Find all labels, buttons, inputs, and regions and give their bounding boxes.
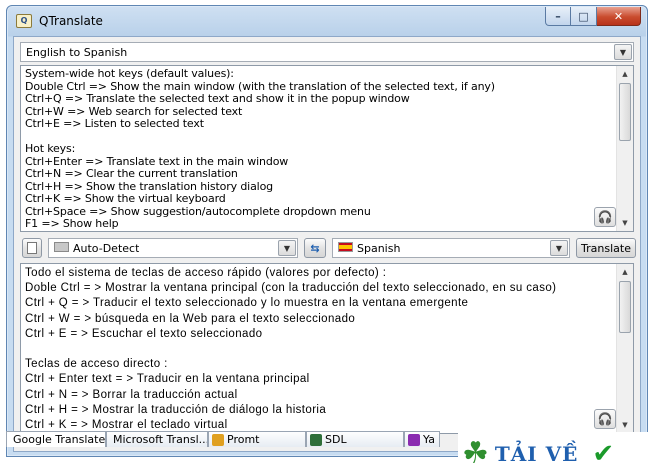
maximize-button[interactable]: □ (571, 7, 597, 26)
source-language-value: Auto-Detect (73, 241, 140, 255)
service-tab-label: SDL (325, 433, 347, 446)
direction-dropdown-button[interactable]: ▼ (614, 44, 632, 60)
text-line: Ctrl + N = > Borrar la traducción actual (25, 388, 238, 401)
title-bar[interactable]: Q QTranslate – □ ✕ (7, 6, 647, 36)
scroll-down-icon[interactable]: ▼ (617, 215, 633, 231)
text-line: Todo el sistema de teclas de acceso rápi… (25, 267, 387, 279)
maximize-icon: □ (578, 9, 589, 23)
target-language-value-wrap: Spanish (333, 241, 401, 255)
direction-value: English to Spanish (26, 45, 128, 59)
clover-icon: ☘ (462, 436, 489, 471)
window-title: QTranslate (39, 14, 103, 28)
translation-scroll-thumb[interactable] (619, 281, 631, 333)
scroll-down-icon[interactable]: ▼ (617, 417, 633, 433)
auto-detect-icon (54, 241, 69, 252)
text-line: F1 => Show help (25, 217, 119, 230)
client-area: English to Spanish ▼ System-wide hot key… (13, 36, 641, 452)
service-tab-label: Ya (423, 433, 435, 446)
new-document-button[interactable] (22, 238, 42, 258)
listen-source-button[interactable]: 🎧 (594, 207, 616, 227)
chevron-down-icon: ▼ (555, 243, 563, 253)
service-tab-label: Google Translate (13, 433, 106, 446)
translate-button[interactable]: Translate (576, 238, 636, 258)
text-line: Ctrl + H = > Mostrar la traducción de di… (25, 403, 327, 416)
target-language-dropdown-button[interactable]: ▼ (550, 240, 568, 256)
service-tab[interactable]: Ya (404, 431, 440, 447)
text-line: Ctrl + Enter text = > Traducir en la ven… (25, 373, 310, 386)
watermark-text: TẢI VỀ (494, 441, 579, 466)
service-tab-label: Microsoft Transl... (113, 433, 208, 446)
text-line: Doble Ctrl = > Mostrar la ventana princi… (25, 282, 557, 295)
source-scroll-thumb[interactable] (619, 83, 631, 141)
minimize-button[interactable]: – (545, 7, 571, 26)
text-line: Ctrl+E => Listen to selected text (25, 117, 204, 130)
blank-page-icon (27, 242, 37, 254)
qtranslate-window: Q QTranslate – □ ✕ English to Spanish ▼ … (6, 5, 648, 457)
app-icon: Q (16, 14, 32, 28)
chevron-down-icon: ▼ (283, 243, 291, 253)
text-line: Ctrl + W = > búsqueda en la Web para el … (25, 312, 356, 325)
text-line: Teclas de acceso directo : (25, 358, 168, 371)
listen-translation-button[interactable]: 🎧 (594, 409, 616, 429)
text-line: Ctrl + Q = > Traducir el texto seleccion… (25, 297, 469, 310)
text-line: Ctrl + E = > Escuchar el texto seleccion… (25, 327, 263, 340)
source-text-area[interactable]: System-wide hot keys (default values): Do… (20, 65, 634, 232)
scroll-up-icon[interactable]: ▲ (617, 264, 633, 280)
text-line (25, 342, 613, 357)
source-scrollbar[interactable]: ▲ ▼ (616, 66, 633, 231)
source-language-dropdown[interactable]: Auto-Detect ▼ (48, 238, 298, 258)
text-line: Ctrl+N => Clear the current translation (25, 167, 238, 180)
text-line: Ctrl+K => Show the virtual keyboard (25, 192, 226, 205)
source-language-value-wrap: Auto-Detect (49, 241, 140, 255)
translation-scrollbar[interactable]: ▲ ▼ (616, 264, 633, 433)
service-tab[interactable]: Google Translate (6, 431, 106, 447)
service-tab[interactable]: SDL (306, 431, 404, 447)
translation-service-tabs: Google Translate Microsoft Transl... Promt… (6, 431, 440, 447)
direction-dropdown[interactable]: English to Spanish ▼ (20, 42, 634, 62)
text-line: System-wide hot keys (default values): (25, 67, 234, 80)
text-line (25, 131, 613, 144)
target-language-value: Spanish (357, 241, 401, 255)
service-tab[interactable]: Promt (208, 431, 306, 447)
headphones-icon: 🎧 (597, 210, 613, 224)
scroll-up-icon[interactable]: ▲ (617, 66, 633, 82)
tai-ve-watermark: ☘ TẢI VỀ ✔ (458, 432, 660, 475)
close-button[interactable]: ✕ (597, 7, 641, 26)
text-line: Ctrl+Q => Translate the selected text an… (25, 92, 410, 105)
translate-button-label: Translate (581, 241, 631, 255)
headphones-icon: 🎧 (597, 412, 613, 426)
service-tab[interactable]: Microsoft Transl... (106, 431, 208, 447)
minimize-icon: – (555, 9, 561, 23)
translation-text-area[interactable]: Todo el sistema de teclas de acceso rápi… (20, 263, 634, 434)
service-tab-label: Promt (227, 433, 260, 446)
spain-flag-icon (338, 241, 353, 252)
source-text-lines: System-wide hot keys (default values): Do… (25, 67, 613, 231)
source-language-dropdown-button[interactable]: ▼ (278, 240, 296, 256)
check-icon: ✔ (592, 438, 615, 469)
service-logo-icon (310, 433, 322, 446)
text-line: Hot keys: (25, 142, 76, 155)
close-icon: ✕ (613, 9, 624, 23)
window-controls: – □ ✕ (545, 7, 641, 26)
service-logo-icon (408, 433, 420, 446)
service-logo-icon (212, 433, 224, 446)
swap-languages-button[interactable]: ⇆ (304, 238, 326, 258)
swap-icon: ⇆ (310, 241, 320, 255)
chevron-down-icon: ▼ (619, 47, 627, 57)
translation-text-lines: Todo el sistema de teclas de acceso rápi… (25, 266, 613, 433)
target-language-dropdown[interactable]: Spanish ▼ (332, 238, 570, 258)
